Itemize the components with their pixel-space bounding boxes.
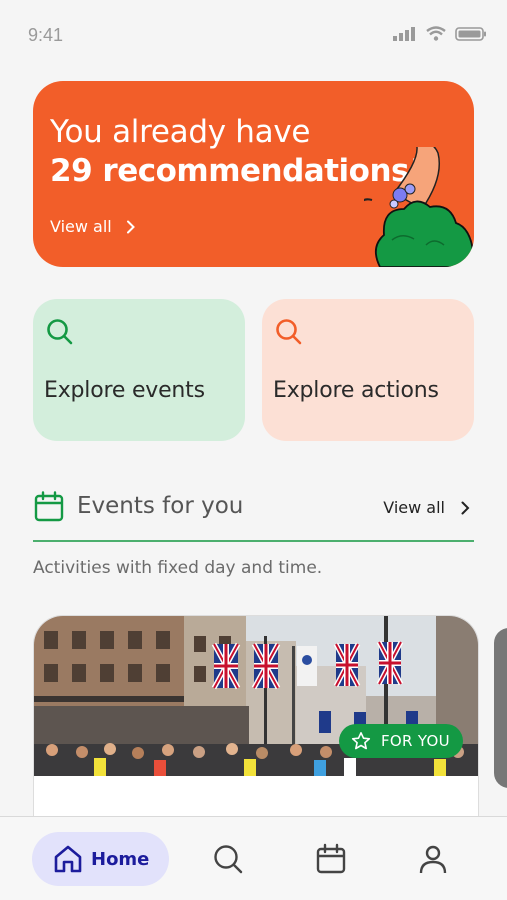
events-view-all-link[interactable]: View all (383, 498, 470, 517)
calendar-icon[interactable] (315, 843, 347, 875)
star-icon (351, 732, 371, 750)
banner-text-line1: You already have (50, 114, 311, 150)
user-icon[interactable] (417, 843, 449, 875)
battery-icon (455, 26, 486, 41)
chevron-right-icon (126, 220, 135, 233)
calendar-icon (34, 491, 64, 522)
status-bar: 9:41 (0, 0, 507, 70)
waving-hand-illustration (364, 147, 474, 267)
status-time: 9:41 (28, 25, 64, 45)
next-event-card-peek[interactable] (494, 628, 507, 788)
explore-events-card[interactable]: Explore events (33, 299, 245, 441)
events-section-header: Events for you View all (33, 488, 474, 542)
explore-actions-label: Explore actions (273, 378, 439, 403)
section-title: Events for you (77, 493, 244, 519)
for-you-badge: FOR YOU (339, 724, 463, 758)
nav-home-button[interactable]: Home (32, 832, 169, 886)
section-subtitle: Activities with fixed day and time. (33, 558, 323, 578)
wifi-icon (426, 26, 446, 41)
banner-view-all-link[interactable]: View all (50, 217, 136, 236)
bottom-navigation: Home (0, 816, 507, 900)
signal-icon (393, 26, 415, 41)
events-view-all-label: View all (383, 498, 445, 517)
recommendations-banner[interactable]: You already have 29 recommendations! Vie… (33, 81, 474, 267)
search-icon (276, 319, 302, 345)
explore-actions-card[interactable]: Explore actions (262, 299, 474, 441)
home-icon (54, 845, 82, 873)
nav-home-label: Home (91, 848, 150, 870)
search-icon (47, 319, 73, 345)
search-icon[interactable] (212, 843, 244, 875)
explore-events-label: Explore events (44, 378, 205, 403)
banner-view-all-label: View all (50, 217, 112, 236)
chevron-right-icon (461, 501, 470, 514)
for-you-badge-label: FOR YOU (381, 732, 450, 750)
status-icons (393, 26, 487, 41)
